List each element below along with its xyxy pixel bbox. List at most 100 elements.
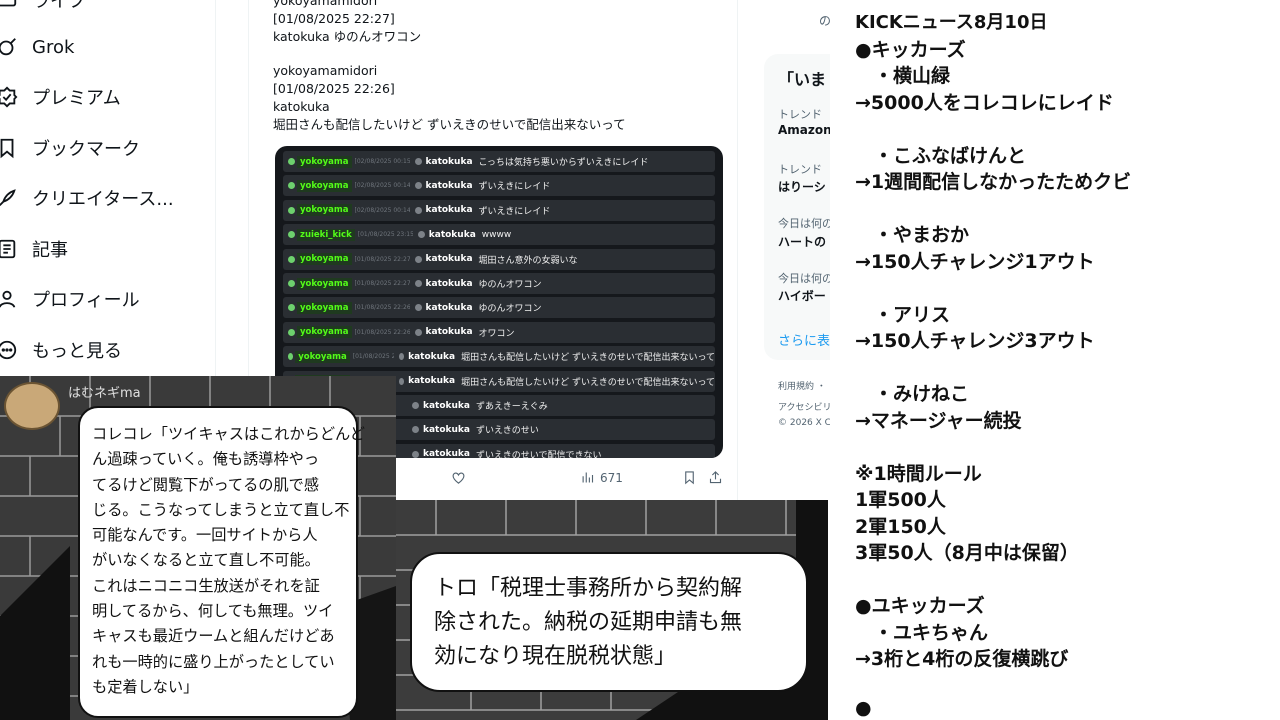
- chat-target-user: katokuka: [425, 156, 473, 167]
- x-sidebar-nav: ライブ Grok プレミアム ブックマーク クリエイタース... 記事 プロフィ…: [0, 0, 216, 378]
- trend-item-title[interactable]: はりーシ: [778, 178, 826, 195]
- trend-item-title[interactable]: Amazon: [778, 123, 830, 137]
- avatar: [4, 382, 60, 430]
- sidebar-item-label: もっと見る: [32, 341, 122, 362]
- trend-meta: トレンド: [778, 108, 822, 121]
- trend-meta: 今日は何の: [778, 217, 830, 230]
- user-status-icon: [288, 158, 295, 165]
- news-line: KICKニュース8月10日: [855, 12, 1048, 33]
- chat-username: yokoyama: [297, 326, 352, 339]
- news-line: ・こふなばけんと: [855, 144, 1027, 167]
- chat-timestamp: [02/08/2025 00:14]: [354, 206, 410, 214]
- chat-target-user: katokuka: [408, 351, 456, 362]
- trends-sidebar: の 「いま トレンド Amazon トレンド はりーシ 今日は何の ハートの 今…: [764, 0, 830, 500]
- news-line: ・やまおか: [855, 224, 970, 246]
- message-time: [01/08/2025 22:27]: [273, 11, 395, 26]
- user-status-icon: [414, 328, 422, 336]
- trends-header: 「いま: [778, 70, 827, 89]
- quoted-message-2: yokoyamamidori [01/08/2025 22:26] katoku…: [273, 62, 626, 134]
- message-user: yokoyamamidori: [273, 0, 378, 8]
- chat-username: yokoyama: [297, 179, 352, 192]
- chat-text: ずいえきにレイド: [478, 206, 551, 217]
- news-line: →マネージャー続投: [855, 409, 1022, 432]
- news-line: ●キッカーズ: [855, 38, 966, 61]
- sidebar-item-articles[interactable]: 記事: [0, 229, 68, 269]
- chat-text: ずいえきにレイド: [478, 182, 551, 193]
- sidebar-item-live[interactable]: ライブ: [0, 0, 86, 20]
- message-text: 堀田さんも配信したいけど ずいえきのせいで配信出来ないって: [273, 117, 626, 132]
- sidebar-item-premium[interactable]: プレミアム: [0, 77, 121, 117]
- sidebar-item-more[interactable]: もっと見る: [0, 330, 122, 370]
- news-line: ・横山緑: [855, 65, 951, 87]
- speaker-name: はむネギma: [68, 386, 141, 401]
- bubble-line: てるけど閲覧下がってるの肌で感: [92, 475, 320, 494]
- bubble-line: コレコレ「ツイキャスはこれからどんど: [92, 425, 365, 443]
- chat-row: yokoyama [02/08/2025 00:14] katokuka ずいえきにレ…: [283, 175, 715, 197]
- footer-link-terms[interactable]: 利用規約 ・: [778, 379, 826, 392]
- chat-text: こっちは気持ち悪いからずいえきにレイド: [478, 158, 649, 168]
- sidebar-item-bookmarks[interactable]: ブックマーク: [0, 128, 140, 168]
- user-status-icon: [412, 402, 419, 409]
- bubble-line: 明してるから、何しても無理。ツイ: [92, 602, 334, 621]
- user-status-icon: [288, 206, 295, 214]
- sidebar-item-label: プレミアム: [32, 88, 121, 109]
- sidebar-item-grok[interactable]: Grok: [0, 27, 74, 67]
- chat-timestamp: [02/08/2025 00:14]: [354, 182, 410, 190]
- news-line: 1軍500人: [855, 489, 946, 511]
- user-status-icon: [398, 353, 405, 361]
- speech-bubble-kolekole: コレコレ「ツイキャスはこれからどんど ん過疎っていく。俺も誘導枠やっ てるけど閲…: [78, 406, 365, 718]
- bubble-line: 効になり現在脱税状態」: [434, 644, 677, 669]
- grok-icon: [0, 36, 18, 58]
- bubble-line: 除された。納税の延期申請も無: [434, 610, 743, 635]
- message-user: yokoyamamidori: [273, 63, 378, 78]
- chat-timestamp: [01/08/2025 22:26]: [352, 353, 394, 361]
- sidebar-item-profile[interactable]: プロフィール: [0, 279, 140, 319]
- news-line: ・アリス: [855, 303, 951, 326]
- chat-target-user: katokuka: [425, 327, 473, 338]
- chat-row: yokoyama [01/08/2025 22:26] katokuka オワコン: [283, 321, 715, 343]
- trend-item-title[interactable]: ハイボー: [778, 287, 826, 304]
- chat-text: ずあえきーえぐみ: [476, 402, 548, 412]
- premium-icon: [0, 86, 18, 108]
- quoted-message-1: yokoyamamidori [01/08/2025 22:27] katoku…: [273, 0, 421, 46]
- bookmark-button[interactable]: [682, 470, 697, 485]
- chat-text: オワコン: [478, 328, 515, 339]
- chat-row: yokoyama[01/08/2025 22:26] katokuka 堀田さんも配…: [283, 346, 715, 368]
- bubble-line: ん過疎っていく。俺も誘導枠やっ: [92, 450, 320, 469]
- footer-copyright: © 2026 X Co: [778, 418, 830, 428]
- trend-item-title[interactable]: ハートの: [778, 233, 826, 250]
- user-status-icon: [398, 377, 405, 385]
- chat-text: ゆのんオワコン: [478, 280, 542, 290]
- chat-username: yokoyama: [295, 350, 350, 363]
- bubble-line: キャスも最近ウームと組んだけどあ: [92, 627, 335, 646]
- footer-link-accessibility[interactable]: アクセシビリ: [778, 400, 830, 413]
- user-status-icon: [412, 450, 419, 458]
- user-status-icon: [288, 304, 295, 312]
- news-line: ●: [855, 697, 872, 719]
- sidebar-item-creator-studio[interactable]: クリエイタース...: [0, 178, 174, 218]
- chat-text: ずいえきのせい: [476, 426, 539, 437]
- chat-target-user: katokuka: [425, 302, 473, 313]
- chat-username: yokoyama: [297, 204, 352, 217]
- trend-partial-text: の: [819, 14, 830, 28]
- views-button[interactable]: 671: [580, 470, 623, 485]
- chat-row: yokoyama [02/08/2025 00:15] katokuka こっちは気持…: [283, 151, 715, 172]
- share-button[interactable]: [708, 470, 723, 485]
- user-status-icon: [414, 280, 422, 287]
- user-status-icon: [414, 182, 422, 190]
- chat-target-user: katokuka: [425, 254, 473, 265]
- chat-target-user: katokuka: [425, 278, 473, 289]
- views-icon: [582, 472, 594, 483]
- show-more-link[interactable]: さらに表: [778, 330, 830, 349]
- like-button[interactable]: [451, 470, 466, 485]
- manga-panel-left: はむネギma コレコレ「ツイキャスはこれからどんど ん過疎っていく。俺も誘導枠や…: [0, 376, 396, 720]
- chat-timestamp: [01/08/2025 22:26]: [354, 328, 410, 336]
- news-line: 3軍50人（8月中は保留）: [855, 542, 1079, 564]
- sidebar-item-label: ブックマーク: [32, 139, 140, 160]
- user-status-icon: [288, 255, 295, 263]
- chat-text: ゆのんオワコン: [478, 304, 542, 315]
- user-status-icon: [414, 304, 422, 312]
- news-line: ・みけねこ: [855, 383, 970, 405]
- chat-target-user: katokuka: [425, 205, 473, 216]
- chat-text: 堀田さんも配信したいけど ずいえきのせいで配信出来ないって: [461, 377, 715, 388]
